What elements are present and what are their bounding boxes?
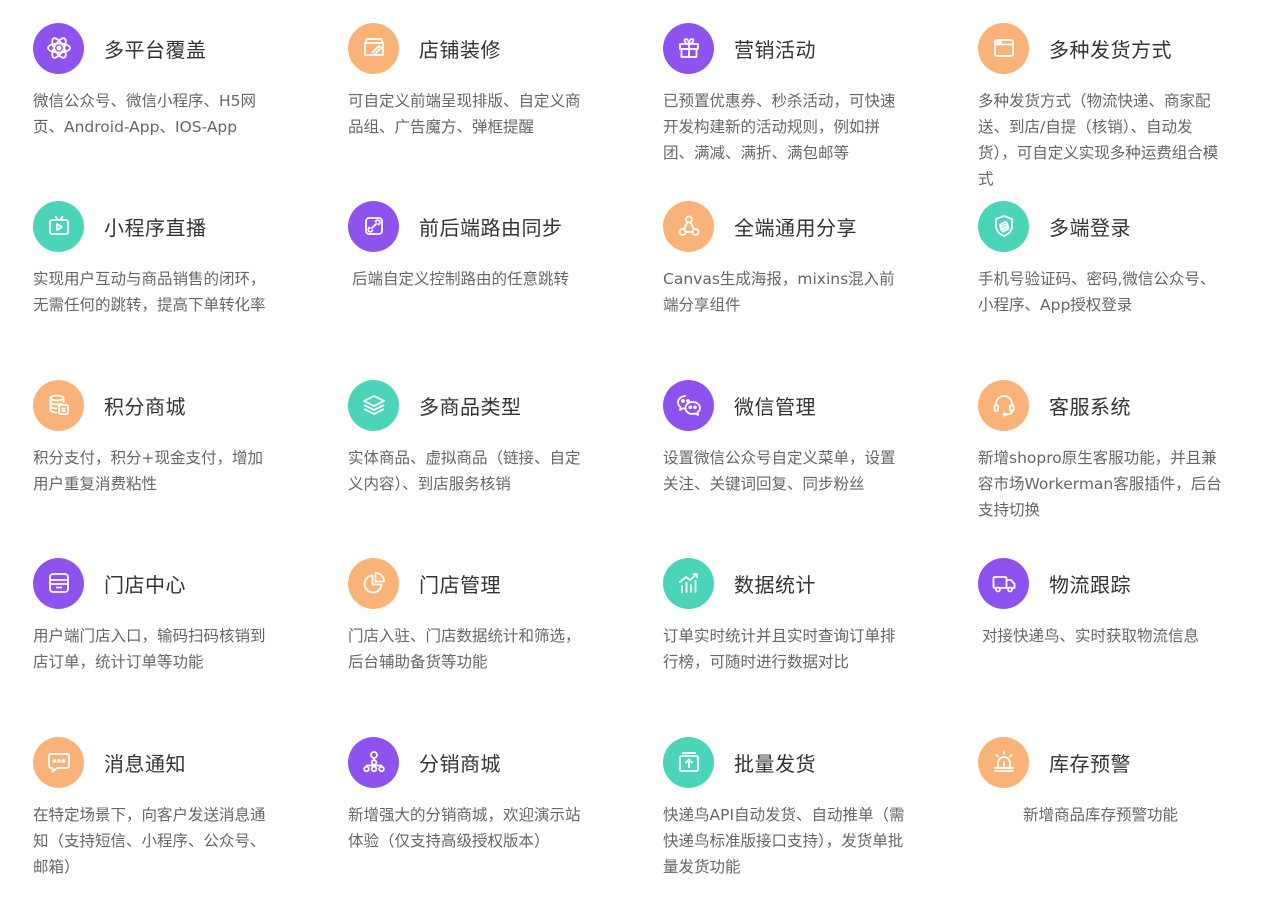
feature-card-wechat: 微信管理 设置微信公众号自定义菜单，设置关注、关键词回复、同步粉丝 <box>663 379 923 497</box>
feature-title: 客服系统 <box>1049 394 1131 419</box>
feature-card-route-sync: 前后端路由同步 后端自定义控制路由的任意跳转 <box>348 200 608 292</box>
feature-title: 全端通用分享 <box>734 215 857 240</box>
bar-chart-icon <box>663 557 714 609</box>
link-icon <box>348 200 399 252</box>
feature-description: 用户端门店入口，输码扫码核销到店订单，统计订单等功能 <box>33 627 266 671</box>
feature-card-store-decor: 店铺装修 可自定义前端呈现排版、自定义商品组、广告魔方、弹框提醒 <box>348 22 608 140</box>
feature-title: 多端登录 <box>1049 215 1131 240</box>
feature-title: 小程序直播 <box>104 215 207 240</box>
feature-title: 多商品类型 <box>419 394 522 419</box>
feature-title: 数据统计 <box>734 572 816 597</box>
shield-icon <box>978 200 1029 252</box>
feature-card-points-mall: 积分商城 积分支付，积分+现金支付，增加用户重复消费粘性 <box>33 379 293 497</box>
feature-title: 前后端路由同步 <box>419 215 563 240</box>
feature-card-logistics: 物流跟踪 对接快递鸟、实时获取物流信息 <box>978 557 1238 649</box>
feature-card-batch-shipping: 批量发货 快递鸟API自动发货、自动推单（需快递鸟标准版接口支持），发货单批量发… <box>663 736 923 880</box>
feature-description: 微信公众号、微信小程序、H5网页、Android-App、IOS-App <box>33 92 257 136</box>
upload-box-icon <box>663 736 714 788</box>
feature-title: 库存预警 <box>1049 751 1131 776</box>
feature-grid: 多平台覆盖 微信公众号、微信小程序、H5网页、Android-App、IOS-A… <box>0 0 1265 902</box>
pie-chart-icon <box>348 557 399 609</box>
feature-card-product-types: 多商品类型 实体商品、虚拟商品（链接、自定义内容）、到店服务核销 <box>348 379 608 497</box>
feature-title: 批量发货 <box>734 751 816 776</box>
feature-description: 可自定义前端呈现排版、自定义商品组、广告魔方、弹框提醒 <box>348 92 581 136</box>
feature-title: 门店中心 <box>104 572 186 597</box>
feature-title: 多平台覆盖 <box>104 37 207 62</box>
feature-title: 积分商城 <box>104 394 186 419</box>
feature-title: 分销商城 <box>419 751 501 776</box>
alarm-icon <box>978 736 1029 788</box>
feature-description: Canvas生成海报，mixins混入前端分享组件 <box>663 270 895 314</box>
feature-card-multi-login: 多端登录 手机号验证码、密码,微信公众号、小程序、App授权登录 <box>978 200 1238 318</box>
feature-card-store-center: 门店中心 用户端门店入口，输码扫码核销到店订单，统计订单等功能 <box>33 557 293 675</box>
feature-card-marketing: 营销活动 已预置优惠券、秒杀活动，可快速开发构建新的活动规则，例如拼团、满减、满… <box>663 22 923 166</box>
feature-title: 营销活动 <box>734 37 816 62</box>
gift-icon <box>663 22 714 74</box>
store-icon <box>33 557 84 609</box>
feature-description: 已预置优惠券、秒杀活动，可快速开发构建新的活动规则，例如拼团、满减、满折、满包邮… <box>663 92 896 162</box>
feature-card-stock-alert: 库存预警 新增商品库存预警功能 <box>978 736 1238 828</box>
feature-description: 门店入驻、门店数据统计和筛选，后台辅助备货等功能 <box>348 627 581 671</box>
feature-card-notification: 消息通知 在特定场景下，向客户发送消息通知（支持短信、小程序、公众号、邮箱） <box>33 736 293 880</box>
feature-card-statistics: 数据统计 订单实时统计并且实时查询订单排行榜，可随时进行数据对比 <box>663 557 923 675</box>
feature-description: 积分支付，积分+现金支付，增加用户重复消费粘性 <box>33 449 263 493</box>
feature-card-share: 全端通用分享 Canvas生成海报，mixins混入前端分享组件 <box>663 200 923 318</box>
atom-icon <box>33 22 84 74</box>
message-icon <box>33 736 84 788</box>
feature-description: 在特定场景下，向客户发送消息通知（支持短信、小程序、公众号、邮箱） <box>33 806 266 876</box>
feature-title: 消息通知 <box>104 751 186 776</box>
feature-title: 多种发货方式 <box>1049 37 1172 62</box>
feature-description: 新增shopro原生客服功能，并且兼容市场Workerman客服插件，后台支持切… <box>978 449 1222 519</box>
feature-title: 微信管理 <box>734 394 816 419</box>
layers-icon <box>348 379 399 431</box>
feature-description: 实体商品、虚拟商品（链接、自定义内容）、到店服务核销 <box>348 449 581 493</box>
feature-card-live: 小程序直播 实现用户互动与商品销售的闭环，无需任何的跳转，提高下单转化率 <box>33 200 293 318</box>
feature-description: 快递鸟API自动发货、自动推单（需快递鸟标准版接口支持），发货单批量发货功能 <box>663 806 905 876</box>
feature-description: 新增商品库存预警功能 <box>1022 806 1178 824</box>
feature-card-store-manage: 门店管理 门店入驻、门店数据统计和筛选，后台辅助备货等功能 <box>348 557 608 675</box>
wechat-icon <box>663 379 714 431</box>
org-tree-icon <box>348 736 399 788</box>
database-icon <box>33 379 84 431</box>
feature-title: 店铺装修 <box>419 37 501 62</box>
feature-card-customer-service: 客服系统 新增shopro原生客服功能，并且兼容市场Workerman客服插件，… <box>978 379 1238 523</box>
truck-icon <box>978 557 1029 609</box>
feature-card-multi-platform: 多平台覆盖 微信公众号、微信小程序、H5网页、Android-App、IOS-A… <box>33 22 293 140</box>
feature-description: 手机号验证码、密码,微信公众号、小程序、App授权登录 <box>978 270 1216 314</box>
feature-title: 物流跟踪 <box>1049 572 1131 597</box>
headset-icon <box>978 379 1029 431</box>
store-decor-icon <box>348 22 399 74</box>
feature-description: 多种发货方式（物流快递、商家配送、到店/自提（核销）、自动发货），可自定义实现多… <box>978 92 1219 188</box>
feature-description: 新增强大的分销商城，欢迎演示站体验（仅支持高级授权版本） <box>348 806 581 850</box>
feature-title: 门店管理 <box>419 572 501 597</box>
tv-play-icon <box>33 200 84 252</box>
feature-description: 设置微信公众号自定义菜单，设置关注、关键词回复、同步粉丝 <box>663 449 896 493</box>
share-icon <box>663 200 714 252</box>
feature-description: 实现用户互动与商品销售的闭环，无需任何的跳转，提高下单转化率 <box>33 270 266 314</box>
feature-card-shipping: 多种发货方式 多种发货方式（物流快递、商家配送、到店/自提（核销）、自动发货），… <box>978 22 1238 192</box>
feature-description: 后端自定义控制路由的任意跳转 <box>352 270 570 288</box>
feature-description: 订单实时统计并且实时查询订单排行榜，可随时进行数据对比 <box>663 627 896 671</box>
feature-card-distribution: 分销商城 新增强大的分销商城，欢迎演示站体验（仅支持高级授权版本） <box>348 736 608 854</box>
feature-description: 对接快递鸟、实时获取物流信息 <box>982 627 1200 645</box>
browser-window-icon <box>978 22 1029 74</box>
